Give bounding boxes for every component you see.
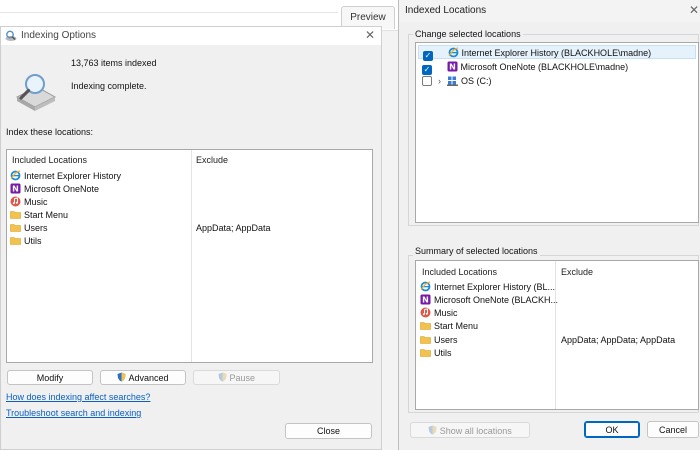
pause-button-label: Pause bbox=[229, 373, 256, 383]
table-row[interactable]: Internet Explorer History (BL... bbox=[420, 281, 555, 294]
background-divider bbox=[0, 12, 338, 13]
dialog-title: Indexed Locations bbox=[405, 5, 487, 16]
tree-item-onenote[interactable]: ✓ N Microsoft OneNote (BLACKHOLE\madne) bbox=[418, 60, 696, 75]
table-row[interactable]: Users bbox=[420, 334, 458, 347]
location-name: Users bbox=[434, 335, 458, 345]
location-name: Internet Explorer History bbox=[24, 171, 122, 181]
how-indexing-affects-link[interactable]: How does indexing affect searches? bbox=[6, 392, 150, 402]
items-indexed-count: 13,763 items indexed bbox=[71, 58, 157, 68]
indexing-options-window: Indexing Options ✕ 13,763 items indexed … bbox=[0, 26, 382, 450]
indexing-magnifier-icon bbox=[15, 74, 57, 111]
shield-icon bbox=[428, 425, 437, 434]
index-locations-label: Index these locations: bbox=[6, 127, 94, 137]
table-row[interactable]: Start Menu bbox=[10, 209, 68, 222]
ie-icon bbox=[10, 170, 21, 181]
tree-item-label: OS (C:) bbox=[461, 76, 492, 86]
folder-icon bbox=[10, 211, 21, 219]
location-name: Users bbox=[24, 223, 48, 233]
location-name: Microsoft OneNote (BLACKH... bbox=[434, 295, 559, 305]
summary-label: Summary of selected locations bbox=[413, 246, 540, 256]
tree-item-ie-history[interactable]: ✓ Internet Explorer History (BLACKHOLE\m… bbox=[418, 45, 696, 61]
onenote-icon: N bbox=[420, 294, 431, 305]
onenote-icon: N bbox=[447, 61, 458, 72]
table-row[interactable]: Start Menu bbox=[420, 320, 478, 333]
location-name: Start Menu bbox=[434, 321, 479, 331]
folder-icon bbox=[420, 336, 431, 344]
chevron-right-icon[interactable]: › bbox=[435, 74, 445, 88]
music-icon bbox=[420, 307, 431, 318]
location-name: Microsoft OneNote bbox=[24, 184, 100, 194]
ie-icon bbox=[447, 47, 458, 58]
column-divider bbox=[555, 261, 556, 409]
table-row[interactable]: Music bbox=[10, 196, 48, 209]
table-row[interactable]: Internet Explorer History bbox=[10, 170, 121, 183]
location-name: Utils bbox=[24, 236, 42, 246]
advanced-button-label: Advanced bbox=[128, 373, 169, 383]
troubleshoot-link[interactable]: Troubleshoot search and indexing bbox=[6, 408, 141, 418]
onenote-icon: N bbox=[10, 183, 21, 194]
included-locations-list[interactable]: Included Locations Exclude Internet Expl… bbox=[6, 149, 373, 363]
modify-button[interactable]: Modify bbox=[7, 370, 93, 385]
tree-item-os-drive[interactable]: › OS (C:) bbox=[418, 74, 696, 88]
ie-icon bbox=[420, 281, 431, 292]
table-row[interactable]: Music bbox=[420, 307, 458, 320]
location-exclude: AppData; AppData; AppData bbox=[561, 335, 676, 345]
tree-item-label: Internet Explorer History (BLACKHOLE\mad… bbox=[461, 48, 652, 58]
summary-list[interactable]: Included Locations Exclude Internet Expl… bbox=[415, 260, 699, 410]
shield-icon bbox=[117, 372, 126, 382]
pause-button[interactable]: Pause bbox=[193, 370, 280, 385]
change-locations-label: Change selected locations bbox=[413, 29, 523, 39]
svg-text:N: N bbox=[422, 296, 429, 305]
location-exclude: AppData; AppData bbox=[196, 223, 271, 233]
close-icon[interactable]: ✕ bbox=[365, 29, 375, 41]
table-row[interactable]: Users bbox=[10, 222, 48, 235]
music-icon bbox=[10, 196, 21, 207]
shield-icon bbox=[218, 372, 227, 382]
folder-icon bbox=[420, 322, 431, 330]
column-header-included[interactable]: Included Locations bbox=[422, 267, 497, 277]
location-name: Music bbox=[24, 197, 48, 207]
close-icon[interactable]: ✕ bbox=[689, 4, 699, 16]
folder-icon bbox=[10, 237, 21, 245]
indexing-status: Indexing complete. bbox=[71, 81, 147, 91]
close-button[interactable]: Close bbox=[285, 423, 372, 439]
ok-button[interactable]: OK bbox=[584, 421, 640, 438]
table-row[interactable]: Utils bbox=[10, 235, 42, 248]
column-header-included[interactable]: Included Locations bbox=[12, 155, 87, 165]
svg-text:N: N bbox=[12, 185, 19, 194]
location-tree[interactable]: ✓ Internet Explorer History (BLACKHOLE\m… bbox=[415, 42, 699, 223]
location-name: Utils bbox=[434, 348, 452, 358]
tree-item-label: Microsoft OneNote (BLACKHOLE\madne) bbox=[460, 62, 629, 72]
dialog-title-bar: Indexed Locations ✕ bbox=[399, 0, 700, 22]
folder-icon bbox=[420, 349, 431, 357]
drive-icon bbox=[447, 76, 459, 86]
checkbox-unchecked[interactable] bbox=[422, 76, 432, 86]
window-title: Indexing Options bbox=[21, 30, 97, 41]
column-divider bbox=[191, 150, 192, 362]
location-name: Internet Explorer History (BL... bbox=[434, 282, 556, 292]
indexing-options-icon bbox=[5, 30, 17, 41]
indexed-locations-dialog: Indexed Locations ✕ Change selected loca… bbox=[398, 0, 700, 450]
title-bar: Indexing Options ✕ bbox=[1, 27, 381, 45]
table-row[interactable]: N Microsoft OneNote bbox=[10, 183, 99, 196]
location-name: Music bbox=[434, 308, 458, 318]
table-row[interactable]: N Microsoft OneNote (BLACKH... bbox=[420, 294, 558, 307]
show-all-locations-label: Show all locations bbox=[439, 425, 512, 436]
table-row[interactable]: Utils bbox=[420, 347, 452, 360]
column-header-exclude[interactable]: Exclude bbox=[561, 267, 593, 277]
location-name: Start Menu bbox=[24, 210, 69, 220]
column-header-exclude[interactable]: Exclude bbox=[196, 155, 228, 165]
advanced-button[interactable]: Advanced bbox=[100, 370, 186, 385]
cancel-button[interactable]: Cancel bbox=[647, 421, 699, 438]
svg-text:N: N bbox=[449, 63, 456, 72]
folder-icon bbox=[10, 224, 21, 232]
show-all-locations-button[interactable]: Show all locations bbox=[410, 422, 530, 438]
